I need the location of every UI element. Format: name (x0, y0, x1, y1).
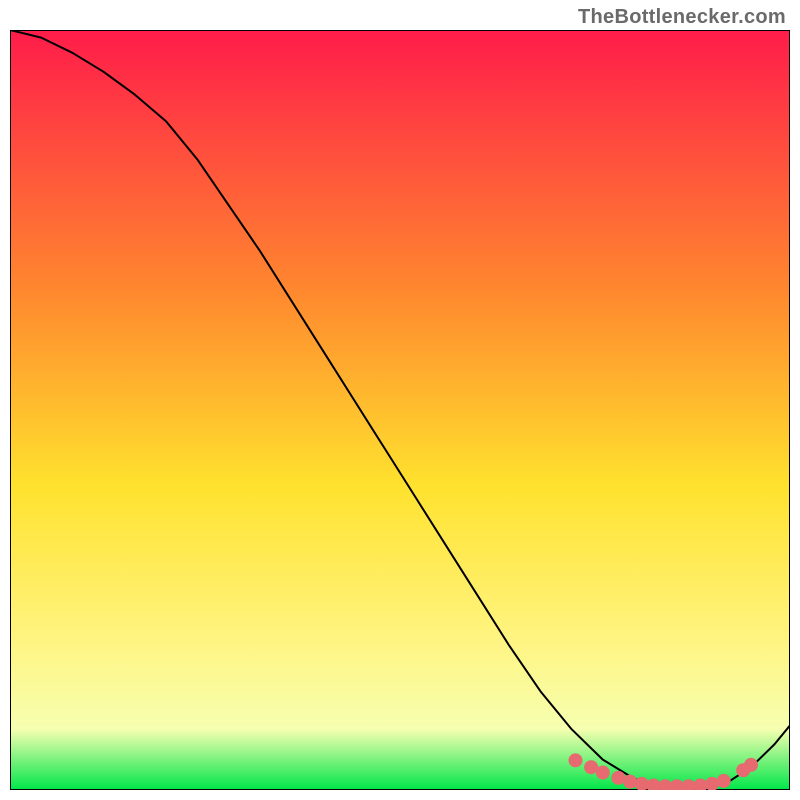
chart-stage: TheBottlenecker.com (0, 0, 800, 800)
gradient-background (10, 30, 790, 790)
highlight-point (717, 774, 731, 788)
highlight-point (596, 766, 610, 780)
highlight-point (744, 758, 758, 772)
bottleneck-chart (10, 30, 790, 790)
highlight-point (569, 753, 583, 767)
highlight-point (623, 775, 637, 789)
watermark-label: TheBottlenecker.com (578, 6, 786, 29)
